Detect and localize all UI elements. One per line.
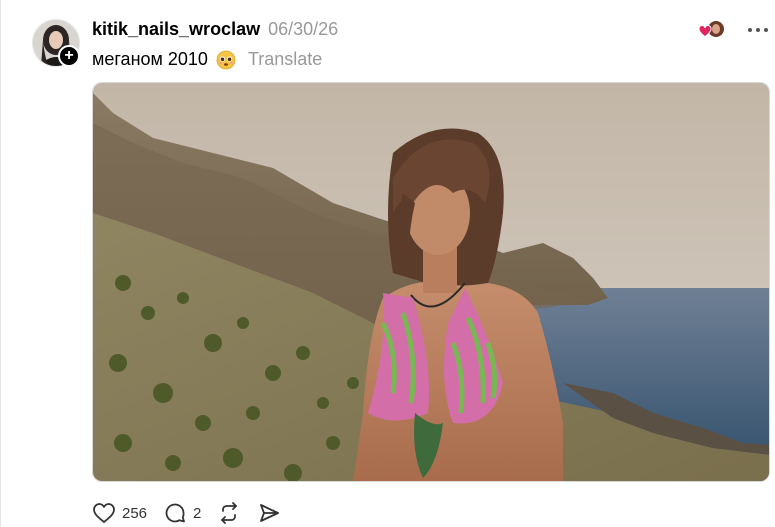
divider xyxy=(0,0,1,527)
more-icon[interactable] xyxy=(746,20,770,40)
post-photo[interactable] xyxy=(92,82,770,482)
caption-text: меганом 2010 xyxy=(92,49,208,69)
post-timestamp[interactable]: 06/30/26 xyxy=(268,19,338,40)
repost-icon xyxy=(217,501,241,525)
post-caption: меганом 2010 Translate xyxy=(92,49,322,70)
post-actions: 256 2 xyxy=(92,500,297,526)
reactor-avatars[interactable] xyxy=(697,20,725,40)
post-header: kitik_nails_wroclaw 06/30/26 xyxy=(92,19,338,41)
heart-icon xyxy=(92,502,116,524)
translate-link[interactable]: Translate xyxy=(248,49,322,70)
author-avatar[interactable]: + xyxy=(32,19,80,67)
pleading-face-emoji xyxy=(216,50,236,70)
comment-icon xyxy=(163,501,187,525)
share-button[interactable] xyxy=(257,501,281,525)
reply-count: 2 xyxy=(193,504,202,522)
repost-button[interactable] xyxy=(217,501,241,525)
username-link[interactable]: kitik_nails_wroclaw xyxy=(92,19,260,40)
follow-plus-icon[interactable]: + xyxy=(58,45,80,67)
like-button[interactable]: 256 xyxy=(92,502,147,524)
like-count: 256 xyxy=(122,504,148,522)
reply-button[interactable]: 2 xyxy=(163,501,201,525)
post-card: + kitik_nails_wroclaw 06/30/26 меганом 2… xyxy=(0,0,775,527)
send-icon xyxy=(257,501,281,525)
